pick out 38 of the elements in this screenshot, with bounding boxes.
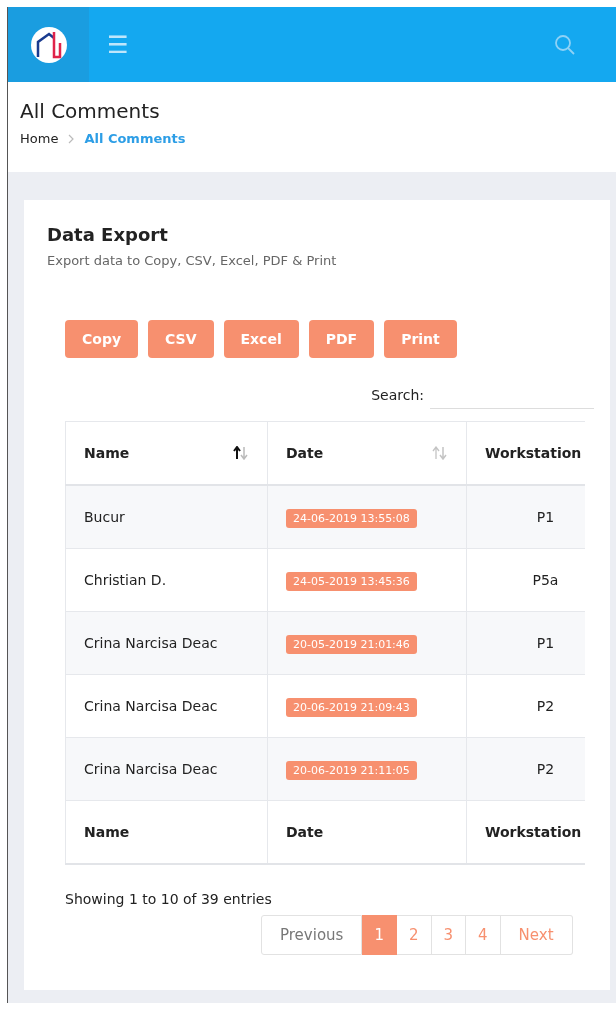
- date-badge: 24-06-2019 13:55:08: [286, 509, 417, 528]
- export-button[interactable]: CSV: [148, 320, 214, 358]
- name-cell: Crina Narcisa Deac: [65, 737, 268, 801]
- name-cell: Christian D.: [65, 548, 268, 612]
- name-cell: Bucur: [65, 485, 268, 549]
- entries-info: Showing 1 to 10 of 39 entries: [65, 891, 273, 907]
- breadcrumb-link[interactable]: Home: [20, 131, 59, 146]
- column-footer: Name: [65, 800, 268, 864]
- column-header[interactable]: Date: [267, 421, 467, 485]
- export-button[interactable]: PDF: [308, 320, 375, 358]
- page-title: All Comments: [20, 99, 161, 123]
- house-logo-icon[interactable]: [29, 25, 68, 64]
- export-button[interactable]: Excel: [223, 320, 299, 358]
- date-badge: 20-06-2019 21:09:43: [286, 698, 417, 717]
- search-label: Search:: [371, 386, 424, 403]
- page-button[interactable]: 4: [466, 915, 501, 955]
- export-button[interactable]: Print: [384, 320, 457, 358]
- page-button[interactable]: 3: [431, 915, 467, 955]
- export-button[interactable]: Copy: [65, 320, 139, 358]
- date-badge: 20-05-2019 21:01:46: [286, 635, 417, 654]
- column-label: Name: [84, 445, 130, 461]
- card-subtitle: Export data to Copy, CSV, Excel, PDF & Print: [47, 253, 338, 268]
- column-label: Workstation: [484, 445, 582, 461]
- page-button[interactable]: 1: [362, 915, 397, 955]
- name-cell: Crina Narcisa Deac: [65, 611, 268, 675]
- sort-icon[interactable]: [233, 446, 249, 460]
- breadcrumb-current: All Comments: [84, 131, 186, 146]
- name-cell: Crina Narcisa Deac: [65, 674, 268, 738]
- chevron-icon: [68, 133, 75, 144]
- search-icon[interactable]: [554, 33, 576, 56]
- date-badge: 20-06-2019 21:11:05: [286, 761, 417, 780]
- menu-icon[interactable]: ☰: [107, 32, 129, 57]
- date-badge: 24-05-2019 13:45:36: [286, 572, 417, 591]
- page-button[interactable]: 2: [396, 915, 432, 955]
- card-title: Data Export: [47, 224, 169, 245]
- column-header[interactable]: Name: [65, 421, 268, 485]
- pagination-nav-button[interactable]: Next: [500, 915, 573, 955]
- column-label: Date: [286, 445, 324, 461]
